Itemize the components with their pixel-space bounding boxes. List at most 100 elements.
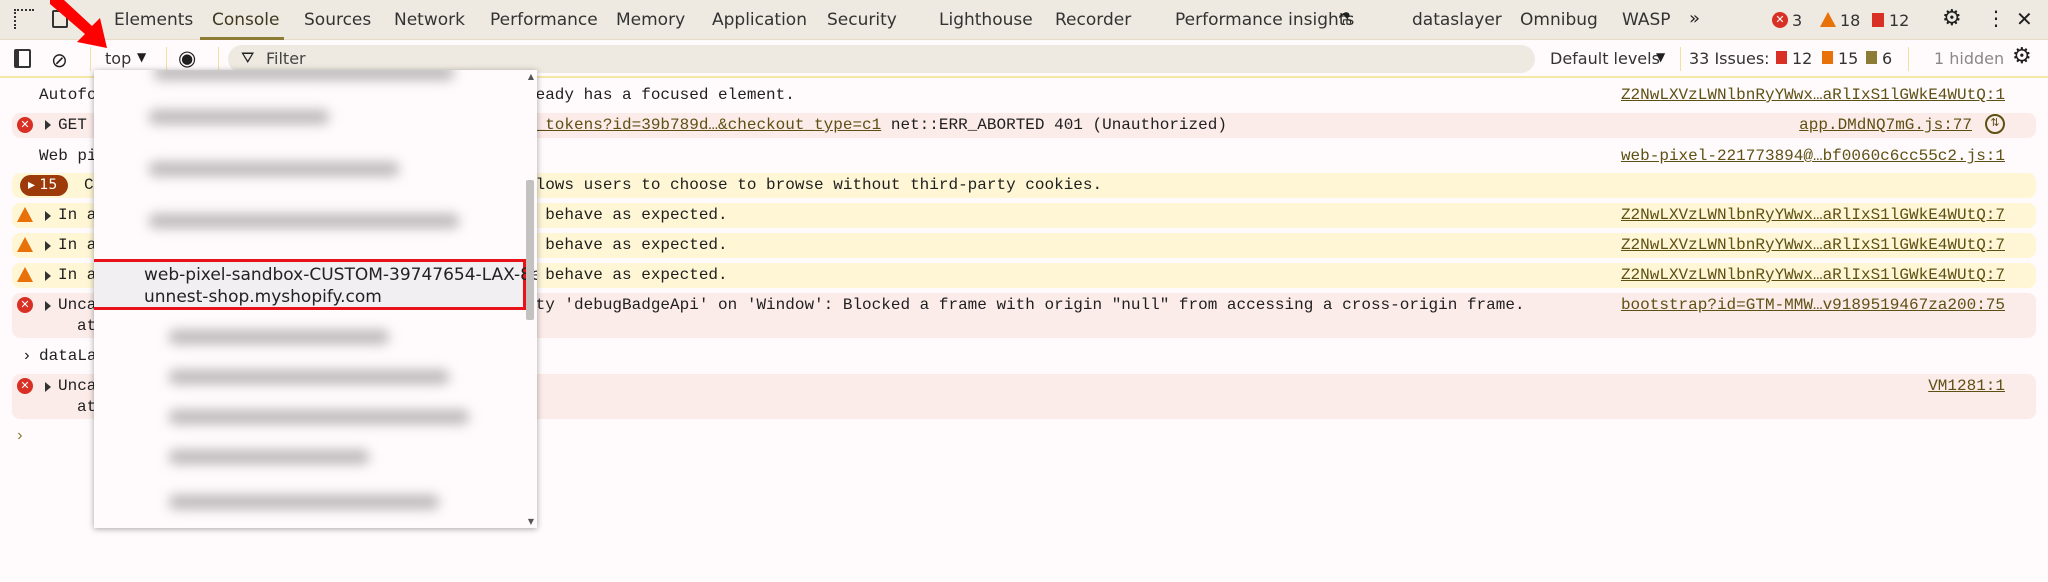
more-tabs-icon[interactable]: » [1689, 8, 1700, 29]
inspect-element-icon[interactable] [14, 9, 34, 29]
console-prompt[interactable]: › [15, 427, 25, 445]
settings-icon[interactable]: ⚙ [1942, 6, 1962, 31]
message-text: net::ERR_ABORTED 401 (Unauthorized) [881, 116, 1227, 134]
expand-triangle-icon[interactable] [45, 382, 51, 392]
issues-info-count[interactable]: 6 [1882, 49, 1892, 68]
context-dropdown-menu[interactable]: web-pixel-sandbox-CUSTOM-39747654-LAX-8e… [94, 70, 537, 528]
tab-recorder[interactable]: Recorder [1055, 10, 1131, 30]
source-link[interactable]: VM1281:1 [1928, 377, 2005, 395]
tab-memory[interactable]: Memory [616, 10, 685, 30]
issues-label[interactable]: 33 Issues: [1689, 49, 1770, 68]
expand-triangle-icon[interactable] [45, 241, 51, 251]
blurred-item[interactable] [169, 330, 389, 344]
filter-placeholder: Filter [266, 49, 306, 68]
warning-count-icon[interactable] [1820, 12, 1836, 27]
tab-network[interactable]: Network [394, 10, 465, 30]
red-arrow-annotation [50, 0, 107, 48]
hidden-count: 1 hidden [1934, 49, 2005, 68]
source-link[interactable]: Z2NwLXVzLWNlbnRyYWwx…aRlIxS1lGWkE4WUtQ:7 [1621, 206, 2005, 224]
expand-triangle-icon[interactable] [45, 301, 51, 311]
error-icon: ✕ [17, 378, 33, 394]
tab-sources[interactable]: Sources [304, 10, 371, 30]
dropdown-scrollbar[interactable] [526, 180, 534, 320]
tab-console[interactable]: Console [212, 10, 280, 30]
blurred-item[interactable] [149, 214, 459, 228]
error-icon: ✕ [17, 117, 33, 133]
warning-icon [17, 207, 33, 222]
console-settings-icon[interactable]: ⚙ [2012, 44, 2032, 69]
source-link[interactable]: Z2NwLXVzLWNlbnRyYWwx…aRlIxS1lGWkE4WUtQ:7 [1621, 266, 2005, 284]
source-link[interactable]: bootstrap?id=GTM-MMW…v9189519467za200:75 [1621, 296, 2005, 314]
issues-count[interactable]: 12 [1889, 11, 1909, 30]
message-text: Unca [58, 377, 97, 395]
issue-error-icon [1776, 51, 1787, 64]
chevron-down-icon[interactable]: ▼ [137, 50, 146, 64]
divider [1680, 47, 1681, 71]
log-levels-dropdown[interactable]: Default levels [1550, 49, 1660, 68]
message-text: dataLa [39, 347, 97, 365]
source-link[interactable]: Z2NwLXVzLWNlbnRyYWwx…aRlIxS1lGWkE4WUtQ:1 [1621, 86, 2005, 104]
expand-triangle-icon[interactable] [45, 271, 51, 281]
live-expression-eye-icon[interactable]: ◉ [178, 46, 196, 70]
message-text: : behave as expected. [526, 266, 728, 284]
more-options-icon[interactable]: ⋮ [1986, 6, 2006, 30]
request-link[interactable]: s_tokens?id=39b789d…&checkout_type=c1 [526, 116, 881, 134]
blurred-item[interactable] [149, 162, 399, 176]
tab-omnibug[interactable]: Omnibug [1520, 10, 1598, 30]
arrow-shape [50, 0, 107, 48]
scroll-down-icon[interactable]: ▼ [528, 517, 534, 526]
devtools-tab-bar: Elements Console Sources Network Perform… [0, 0, 2048, 40]
divider [1908, 47, 1909, 71]
blurred-item[interactable] [149, 110, 329, 124]
source-link[interactable]: app.DMdNQ7mG.js:77 [1799, 116, 1972, 134]
tab-performance[interactable]: Performance [490, 10, 598, 30]
blurred-item[interactable] [169, 495, 439, 509]
close-icon[interactable]: ✕ [2016, 7, 2033, 31]
error-count[interactable]: 3 [1792, 11, 1802, 30]
issues-error-count[interactable]: 12 [1792, 49, 1812, 68]
message-text: In a [58, 236, 97, 254]
divider [218, 47, 219, 71]
warning-count[interactable]: 18 [1840, 11, 1860, 30]
expand-triangle-icon[interactable] [45, 120, 51, 130]
issues-count-icon[interactable] [1872, 13, 1884, 27]
message-text: : behave as expected. [526, 236, 728, 254]
tab-performance-insights[interactable]: Performance insights [1175, 10, 1354, 30]
sidebar-toggle-icon[interactable] [14, 49, 31, 68]
chevron-down-icon[interactable]: ▼ [1656, 50, 1665, 64]
blurred-item[interactable] [169, 410, 469, 424]
message-text: In a [58, 266, 97, 284]
tab-wasp[interactable]: WASP [1622, 10, 1671, 30]
warning-icon [17, 237, 33, 252]
repeat-count-badge[interactable]: ▸ 15 [20, 175, 68, 196]
issues-warning-count[interactable]: 15 [1838, 49, 1858, 68]
message-text: llows users to choose to browse without … [526, 176, 1103, 194]
flask-icon: ⚗ [1338, 9, 1353, 28]
repeat-count: 15 [39, 177, 58, 193]
network-request-icon[interactable]: ⇅ [1985, 114, 2005, 134]
highlighted-context-item[interactable]: web-pixel-sandbox-CUSTOM-39747654-LAX-8e… [94, 259, 537, 310]
message-text: Autofo [39, 86, 97, 104]
message-text: Unca [58, 296, 97, 314]
blurred-item[interactable] [169, 370, 449, 384]
tab-elements[interactable]: Elements [114, 10, 193, 30]
tab-dataslayer[interactable]: dataslayer [1412, 10, 1502, 30]
warning-icon [17, 267, 33, 282]
scroll-up-icon[interactable]: ▲ [528, 72, 534, 81]
tab-security[interactable]: Security [827, 10, 897, 30]
context-item-domain: unnest-shop.myshopify.com [144, 287, 382, 307]
blurred-item[interactable] [154, 70, 454, 80]
tab-lighthouse[interactable]: Lighthouse [939, 10, 1033, 30]
error-count-icon[interactable]: ✕ [1772, 12, 1788, 28]
source-link[interactable]: Z2NwLXVzLWNlbnRyYWwx…aRlIxS1lGWkE4WUtQ:7 [1621, 236, 2005, 254]
message-text: Web pi [39, 147, 97, 165]
divider [166, 47, 167, 71]
filter-input[interactable]: ⛛ Filter [228, 45, 1535, 73]
tab-application[interactable]: Application [712, 10, 807, 30]
source-link[interactable]: web-pixel-221773894@…bf0060c6cc55c2.js:1 [1621, 147, 2005, 165]
expand-triangle-icon[interactable] [45, 211, 51, 221]
blurred-item[interactable] [169, 450, 369, 464]
context-item-name: web-pixel-sandbox-CUSTOM-39747654-LAX-8e… [144, 265, 537, 285]
error-icon: ✕ [17, 297, 33, 313]
issue-info-icon [1866, 51, 1877, 64]
